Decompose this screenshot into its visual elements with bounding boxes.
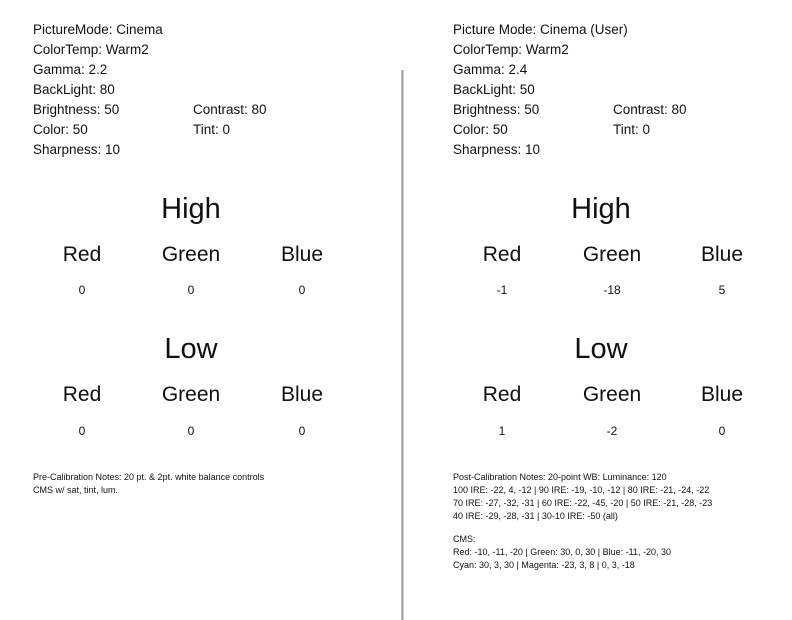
tint: Tint: 0 <box>613 122 651 137</box>
high-title: High <box>161 193 221 225</box>
right-page-post-calibration: Picture Mode: Cinema (User) ColorTemp: W… <box>402 0 792 620</box>
settings-list: PictureMode: Cinema ColorTemp: Warm2 Gam… <box>33 20 267 160</box>
picture-mode: Picture Mode: Cinema (User) <box>453 22 628 37</box>
high-red-label: Red <box>482 243 522 266</box>
low-title: Low <box>164 333 218 365</box>
low-red-label: Red <box>62 383 102 406</box>
cms-line: Cyan: 30, 3, 30 | Magenta: -23, 3, 8 | 0… <box>453 560 635 570</box>
post-calibration-notes: Post-Calibration Notes: 20-point WB: Lum… <box>453 471 712 572</box>
note-line: Pre-Calibration Notes: 20 pt. & 2pt. whi… <box>33 472 265 482</box>
contrast: Contrast: 80 <box>613 102 687 117</box>
high-red-value: -1 <box>496 283 508 297</box>
low-blue-label: Blue <box>700 383 744 406</box>
sharpness: Sharpness: 10 <box>33 142 121 157</box>
gamma: Gamma: 2.2 <box>33 62 108 77</box>
note-line: 40 IRE: -29, -28, -31 | 30-10 IRE: -50 (… <box>453 511 618 521</box>
color-temp: ColorTemp: Warm2 <box>453 42 569 57</box>
high-blue-value: 5 <box>718 283 726 297</box>
left-page-pre-calibration: PictureMode: Cinema ColorTemp: Warm2 Gam… <box>0 0 390 620</box>
settings-list: Picture Mode: Cinema (User) ColorTemp: W… <box>453 20 687 160</box>
high-green-value: 0 <box>187 283 195 297</box>
low-red-value: 0 <box>78 424 86 438</box>
gamma: Gamma: 2.4 <box>453 62 528 77</box>
note-line: 100 IRE: -22, 4, -12 | 90 IRE: -19, -10,… <box>453 485 710 495</box>
low-green-label: Green <box>582 383 642 406</box>
backlight: BackLight: 80 <box>33 82 115 97</box>
low-title: Low <box>574 333 628 365</box>
note-line: 70 IRE: -27, -32, -31 | 60 IRE: -22, -45… <box>453 498 713 508</box>
cms-line: Red: -10, -11, -20 | Green: 30, 0, 30 | … <box>453 547 671 557</box>
color: Color: 50 <box>453 122 508 137</box>
backlight: BackLight: 50 <box>453 82 535 97</box>
color-temp: ColorTemp: Warm2 <box>33 42 149 57</box>
brightness: Brightness: 50 <box>33 102 120 117</box>
sharpness: Sharpness: 10 <box>453 142 541 157</box>
picture-mode: PictureMode: Cinema <box>33 22 163 37</box>
low-blue-label: Blue <box>280 383 324 406</box>
high-blue-label: Blue <box>700 243 744 266</box>
cms-title: CMS: <box>453 534 476 544</box>
low-blue-value: 0 <box>718 424 726 438</box>
low-green-value: -2 <box>606 424 618 438</box>
high-green-value: -18 <box>603 283 621 297</box>
color: Color: 50 <box>33 122 88 137</box>
high-green-label: Green <box>582 243 642 266</box>
pre-calibration-notes: Pre-Calibration Notes: 20 pt. & 2pt. whi… <box>33 471 264 497</box>
high-blue-value: 0 <box>298 283 306 297</box>
tint: Tint: 0 <box>193 122 231 137</box>
low-red-label: Red <box>482 383 522 406</box>
high-green-label: Green <box>161 243 221 266</box>
high-red-value: 0 <box>78 283 86 297</box>
low-green-value: 0 <box>187 424 195 438</box>
low-blue-value: 0 <box>298 424 306 438</box>
high-blue-label: Blue <box>280 243 324 266</box>
high-red-label: Red <box>62 243 102 266</box>
note-line: Post-Calibration Notes: 20-point WB: Lum… <box>453 472 667 482</box>
brightness: Brightness: 50 <box>453 102 540 117</box>
contrast: Contrast: 80 <box>193 102 267 117</box>
high-title: High <box>571 193 631 225</box>
note-line: CMS w/ sat, tint, lum. <box>33 485 119 495</box>
low-green-label: Green <box>161 383 221 406</box>
low-red-value: 1 <box>498 424 506 438</box>
